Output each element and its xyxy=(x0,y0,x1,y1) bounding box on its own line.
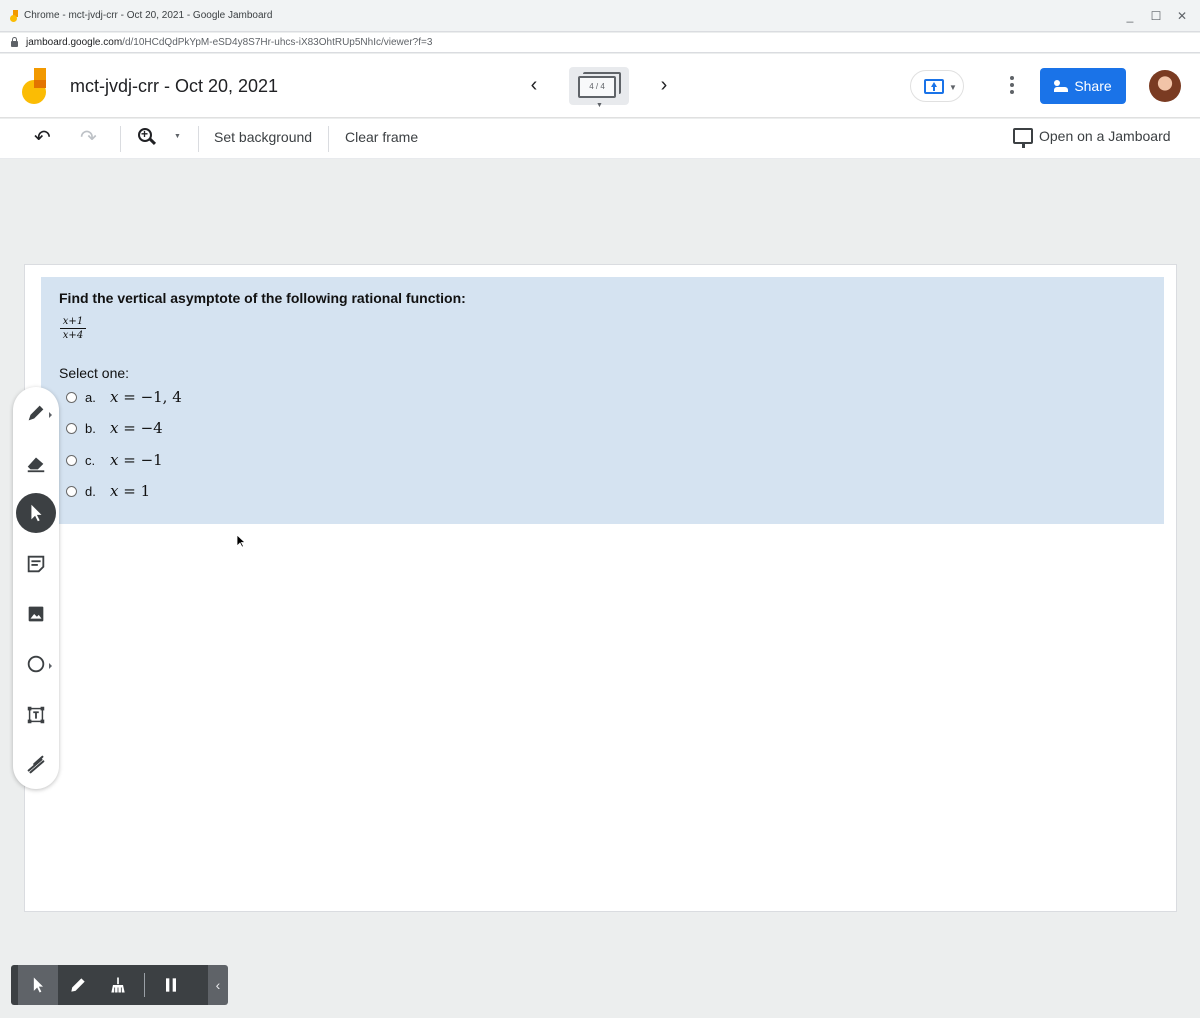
url-host: jamboard.google.com xyxy=(26,37,123,48)
option-value: x = −1 xyxy=(110,451,163,469)
cast-to-jamboard-icon xyxy=(1013,128,1033,148)
toolbar-divider xyxy=(198,126,199,152)
tool-palette xyxy=(13,387,59,789)
option-d[interactable]: d. x = 1 xyxy=(66,481,150,501)
clear-annotations-button[interactable] xyxy=(98,965,138,1005)
text-box-tool[interactable] xyxy=(16,695,56,735)
radio-button[interactable] xyxy=(66,391,77,403)
pen-tool[interactable] xyxy=(16,393,56,433)
laser-icon xyxy=(27,755,45,774)
toolbar-divider xyxy=(328,126,329,152)
pencil-button[interactable] xyxy=(58,965,98,1005)
open-on-jamboard-button[interactable]: Open on a Jamboard xyxy=(1013,128,1171,148)
minimize-button[interactable]: _ xyxy=(1124,8,1136,24)
quiz-image[interactable] xyxy=(41,277,1164,524)
eraser-tool[interactable] xyxy=(16,443,56,483)
rational-function: x+1 x+4 xyxy=(60,315,86,343)
app-header: mct-jvdj-crr - Oct 20, 2021 ‹ 4 / 4 ▼ › … xyxy=(0,54,1200,118)
image-icon xyxy=(28,606,44,622)
option-letter: d. xyxy=(85,483,96,499)
zoom-button[interactable] xyxy=(138,127,158,148)
option-value: x = −1, 4 xyxy=(110,388,182,406)
collapse-toolbar-button[interactable]: ‹ xyxy=(208,965,228,1005)
mouse-cursor-icon xyxy=(236,534,246,548)
pointer-icon xyxy=(33,977,43,993)
people-icon xyxy=(1054,80,1069,92)
jamboard-favicon-icon xyxy=(10,9,20,22)
radio-button[interactable] xyxy=(66,485,77,497)
jamboard-logo-icon[interactable] xyxy=(22,68,50,104)
fraction-denominator: x+4 xyxy=(62,330,84,341)
open-on-jamboard-label: Open on a Jamboard xyxy=(1039,128,1171,144)
window-title: Chrome - mct-jvdj-crr - Oct 20, 2021 - G… xyxy=(24,10,273,21)
option-letter: b. xyxy=(85,420,96,436)
address-bar[interactable]: jamboard.google.com/d/10HCdQdPkYpM-eSD4y… xyxy=(0,33,1200,53)
chevron-down-icon: ▼ xyxy=(596,102,603,109)
redo-icon: ↷ xyxy=(80,127,97,149)
redo-button[interactable]: ↷ xyxy=(80,128,97,148)
window-controls: _ ☐ ✕ xyxy=(1124,8,1188,24)
url-text[interactable]: jamboard.google.com/d/10HCdQdPkYpM-eSD4y… xyxy=(26,37,432,48)
more-options-button[interactable] xyxy=(1004,74,1020,98)
pause-button[interactable] xyxy=(151,965,191,1005)
pencil-icon xyxy=(71,978,85,992)
option-a[interactable]: a. x = −1, 4 xyxy=(66,387,182,407)
pen-icon xyxy=(28,405,44,421)
share-label: Share xyxy=(1074,78,1112,94)
text-box-icon xyxy=(27,706,45,724)
avatar[interactable] xyxy=(1149,70,1181,102)
shape-tool[interactable] xyxy=(16,644,56,684)
option-letter: c. xyxy=(85,452,96,468)
url-path: /d/10HCdQdPkYpM-eSD4y8S7Hr-uhcs-iX83OhtR… xyxy=(122,37,433,48)
sticky-note-tool[interactable] xyxy=(16,544,56,584)
select-tool[interactable] xyxy=(16,493,56,533)
sticky-note-icon xyxy=(27,555,45,573)
chevron-right-icon: › xyxy=(660,74,668,96)
option-value: x = 1 xyxy=(110,482,151,500)
document-title[interactable]: mct-jvdj-crr - Oct 20, 2021 xyxy=(70,76,278,97)
toolbar-divider xyxy=(120,126,121,152)
frame-bar-button[interactable]: 4 / 4 ▼ xyxy=(569,67,629,109)
undo-icon: ↶ xyxy=(34,127,51,149)
pause-icon xyxy=(166,978,176,992)
radio-button[interactable] xyxy=(66,422,77,434)
laser-tool[interactable] xyxy=(16,745,56,785)
undo-button[interactable]: ↶ xyxy=(34,128,51,148)
broom-icon xyxy=(111,977,125,993)
select-one-label: Select one: xyxy=(59,365,130,381)
maximize-button[interactable]: ☐ xyxy=(1150,8,1162,24)
option-c[interactable]: c. x = −1 xyxy=(66,450,163,470)
chevron-left-icon: ‹ xyxy=(530,74,538,96)
option-value: x = −4 xyxy=(110,419,163,437)
pointer-button[interactable] xyxy=(18,965,58,1005)
lock-icon xyxy=(11,37,18,47)
radio-button[interactable] xyxy=(66,454,77,466)
present-icon xyxy=(924,79,944,94)
window-titlebar: Chrome - mct-jvdj-crr - Oct 20, 2021 - G… xyxy=(0,0,1200,32)
question-text: Find the vertical asymptote of the follo… xyxy=(59,290,466,306)
zoom-dropdown-icon[interactable]: ▼ xyxy=(174,133,181,140)
select-icon xyxy=(31,504,42,522)
frame-counter: 4 / 4 xyxy=(578,76,616,98)
eraser-icon xyxy=(27,457,45,473)
next-frame-button[interactable]: › xyxy=(654,74,674,98)
share-button[interactable]: Share xyxy=(1040,68,1126,104)
set-background-button[interactable]: Set background xyxy=(214,129,312,145)
editor-toolbar: ↶ ↷ ▼ Set background Clear frame Open on… xyxy=(0,119,1200,159)
chevron-down-icon: ▼ xyxy=(949,83,957,92)
previous-frame-button[interactable]: ‹ xyxy=(524,74,544,98)
annotation-toolbar: ‹ xyxy=(11,965,228,1005)
option-b[interactable]: b. x = −4 xyxy=(66,418,163,438)
more-vert-icon xyxy=(1010,76,1014,80)
toolbar-divider xyxy=(144,973,145,997)
close-window-button[interactable]: ✕ xyxy=(1176,8,1188,24)
circle-shape-icon xyxy=(27,655,45,673)
clear-frame-button[interactable]: Clear frame xyxy=(345,129,418,145)
fraction-numerator: x+1 xyxy=(60,315,86,329)
image-tool[interactable] xyxy=(16,594,56,634)
option-letter: a. xyxy=(85,389,96,405)
present-button[interactable]: ▼ xyxy=(910,70,964,102)
